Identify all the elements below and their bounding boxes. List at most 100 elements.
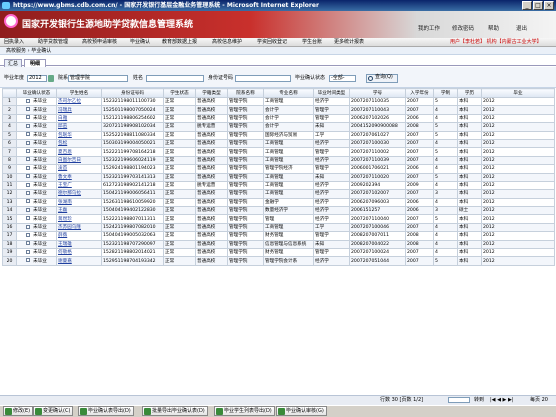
col-header[interactable]: 入学年份 [405, 88, 434, 98]
my-work-link[interactable]: 我的工作 [418, 24, 440, 32]
checkbox-icon[interactable] [26, 182, 31, 187]
table-row[interactable]: 20 未毕业 谢曼嘉 152951198704193342 正常 普通高校 管理学院 管理学院… [2, 256, 555, 266]
checkbox-icon[interactable] [26, 115, 31, 120]
table-row[interactable]: 11 未毕业 王宝广 612723198902141218 正常 脱专运营 管理学院 工商管理… [2, 180, 555, 191]
checkbox-icon[interactable] [26, 249, 31, 254]
change-confirm-button[interactable]: 变更确认(C) [33, 406, 74, 416]
nav-item-ledger[interactable]: 学生台账 [302, 38, 322, 47]
nav-item-loan[interactable]: 助学贷款管理 [38, 38, 68, 47]
batch-export-button[interactable]: 批量导出毕业确认表(D) [142, 406, 208, 416]
checkbox-icon[interactable] [26, 216, 31, 221]
checkbox-icon[interactable] [26, 190, 31, 195]
student-name[interactable]: 凌首 [56, 164, 102, 174]
table-row[interactable]: 10 未毕业 鲁文奉 152321199703141313 正常 普通高校 管理学院 工商管理… [2, 172, 555, 182]
id-field[interactable] [235, 75, 291, 82]
table-row[interactable]: 5 未毕业 包珉华 152522198811080334 正常 普通高校 管理学院 国际经济与… [2, 130, 555, 140]
logout-link[interactable]: 退出 [516, 24, 527, 32]
student-name[interactable]: 张湖南 [56, 197, 102, 208]
export-students-button[interactable]: 毕业学生列表导出(D) [214, 406, 275, 416]
name-field[interactable] [146, 75, 204, 82]
checkbox-icon[interactable] [26, 232, 31, 237]
student-name[interactable]: 夏百恩 [56, 147, 102, 157]
col-header[interactable]: 学制 [433, 88, 458, 98]
row-checkbox[interactable]: 未毕业 [16, 239, 57, 250]
checkbox-icon[interactable] [26, 258, 31, 263]
student-name[interactable]: 鲁文奉 [56, 172, 102, 182]
table-row[interactable]: 16 未毕业 杰苏园乌隆 152421199807082010 正常 普通高校 管理学院 工商… [2, 222, 555, 233]
student-name[interactable]: 邱茁 [56, 122, 102, 132]
school-field[interactable]: 管理学院 [68, 75, 128, 82]
table-row[interactable]: 14 未毕业 王磊 150404199402122830 正常 普通高校 管理学院 数量经济学… [2, 206, 555, 216]
row-checkbox[interactable]: 未毕业 [16, 231, 57, 241]
row-checkbox[interactable]: 未毕业 [16, 214, 57, 224]
year-field[interactable]: 2012 [27, 75, 47, 82]
close-button[interactable]: × [544, 1, 554, 10]
col-header[interactable]: 毕业时间类型 [313, 88, 350, 98]
col-header[interactable]: 学籍类型 [195, 88, 228, 98]
table-row[interactable]: 8 未毕业 白图尔吉日 152322199606024119 正常 普通高校 管理学院 工商管… [2, 155, 555, 166]
checkbox-icon[interactable] [26, 140, 31, 145]
checkbox-icon[interactable] [26, 207, 31, 212]
table-row[interactable]: 9 未毕业 凌首 152924198801194023 正常 普通高校 管理学院 管理学院经济… [2, 164, 555, 174]
row-checkbox[interactable]: 未毕业 [16, 113, 57, 124]
student-name[interactable]: 蒋煜珍 [56, 214, 102, 224]
student-name[interactable]: 王宝广 [56, 180, 102, 191]
maximize-button[interactable]: □ [533, 1, 543, 10]
checkbox-icon[interactable] [26, 107, 31, 112]
student-name[interactable]: 薛薇 [56, 231, 102, 241]
checkbox-icon[interactable] [26, 123, 31, 128]
col-header[interactable]: 毕业确认状态 [16, 88, 57, 98]
row-checkbox[interactable]: 未毕业 [16, 147, 57, 157]
student-name[interactable]: 包松 [56, 138, 102, 149]
checkbox-icon[interactable] [26, 98, 31, 103]
change-password-link[interactable]: 修改密码 [452, 24, 474, 32]
minimize-button[interactable]: _ [522, 1, 532, 10]
row-checkbox[interactable]: 未毕业 [16, 180, 57, 191]
review-button[interactable]: 毕业确认审核(G) [276, 406, 327, 416]
col-header[interactable]: 专业名称 [263, 88, 314, 98]
checkbox-icon[interactable] [26, 174, 31, 179]
breadcrumb-item[interactable]: 高校服务 [6, 48, 26, 54]
checkbox-icon[interactable] [26, 157, 31, 162]
pager-goto[interactable]: 转到 [474, 397, 484, 404]
row-checkbox[interactable]: 未毕业 [16, 197, 57, 208]
col-header[interactable]: 学号 [349, 88, 406, 98]
table-row[interactable]: 3 未毕业 白雅 152121198806254602 正常 普通高校 管理学院 会计学 管理学… [2, 113, 555, 124]
first-page-icon[interactable]: |◀ ◀ ▶ ▶| [490, 397, 514, 404]
row-checkbox[interactable]: 未毕业 [16, 206, 57, 216]
student-name[interactable]: 何敬格 [56, 248, 102, 258]
table-row[interactable]: 6 未毕业 包松 150303199004050021 正常 普通高校 管理学院 工商管理 经济… [2, 138, 555, 149]
nav-item-more[interactable]: 更多统计报表 [334, 38, 364, 47]
nav-item-preapply[interactable]: 高校预申请审核 [82, 38, 117, 47]
student-name[interactable]: 杰苏园乌隆 [56, 222, 102, 233]
checkbox-icon[interactable] [26, 132, 31, 137]
student-name[interactable]: 杰司尔乙拉 [56, 96, 102, 107]
row-checkbox[interactable]: 未毕业 [16, 164, 57, 174]
row-checkbox[interactable]: 未毕业 [16, 96, 57, 107]
nav-item-school[interactable]: 高校信息维护 [212, 38, 242, 47]
calendar-icon[interactable] [48, 75, 54, 82]
table-row[interactable]: 1 未毕业 杰司尔乙拉 152321198011100730 正常 普通高校 管理学院 工商管… [2, 96, 555, 107]
table-row[interactable]: 12 未毕业 德尔那乌拉 150421199006056411 正常 普通高校 管理学院 工商… [2, 189, 555, 199]
table-row[interactable]: 15 未毕业 蒋煜珍 152221198807011311 正常 普通高校 管理学院 管理 经济… [2, 214, 555, 224]
student-name[interactable]: 白图尔吉日 [56, 155, 102, 166]
table-row[interactable]: 7 未毕业 夏百恩 152221199708164218 正常 普通高校 管理学院 工商管理管… [2, 147, 555, 157]
table-row[interactable]: 18 未毕业 王瑞雄 152321198707290097 正常 普通高校 管理学院 信息管理… [2, 239, 555, 250]
nav-item-recovery[interactable]: 学资回收登记 [257, 38, 287, 47]
student-name[interactable]: 冯瑞兵 [56, 105, 102, 115]
col-header[interactable]: 学生姓名 [56, 88, 102, 98]
student-name[interactable]: 德尔那乌拉 [56, 189, 102, 199]
col-header[interactable]: 身份证号码 [101, 88, 164, 98]
table-row[interactable]: 19 未毕业 何敬格 152821198802014021 正常 普通高校 管理学院 财务管理… [2, 248, 555, 258]
row-checkbox[interactable]: 未毕业 [16, 222, 57, 233]
checkbox-icon[interactable] [26, 149, 31, 154]
col-header[interactable]: 学生状态 [163, 88, 196, 98]
table-row[interactable]: 13 未毕业 张湖南 152631198610059920 正常 普通高校 管理学院 金融学经… [2, 197, 555, 208]
row-checkbox[interactable]: 未毕业 [16, 172, 57, 182]
checkbox-icon[interactable] [26, 241, 31, 246]
row-checkbox[interactable]: 未毕业 [16, 130, 57, 140]
tab-summary[interactable]: 汇总 [4, 59, 22, 67]
student-name[interactable]: 谢曼嘉 [56, 256, 102, 266]
help-link[interactable]: 帮助 [488, 24, 499, 32]
page-input[interactable] [448, 397, 470, 403]
